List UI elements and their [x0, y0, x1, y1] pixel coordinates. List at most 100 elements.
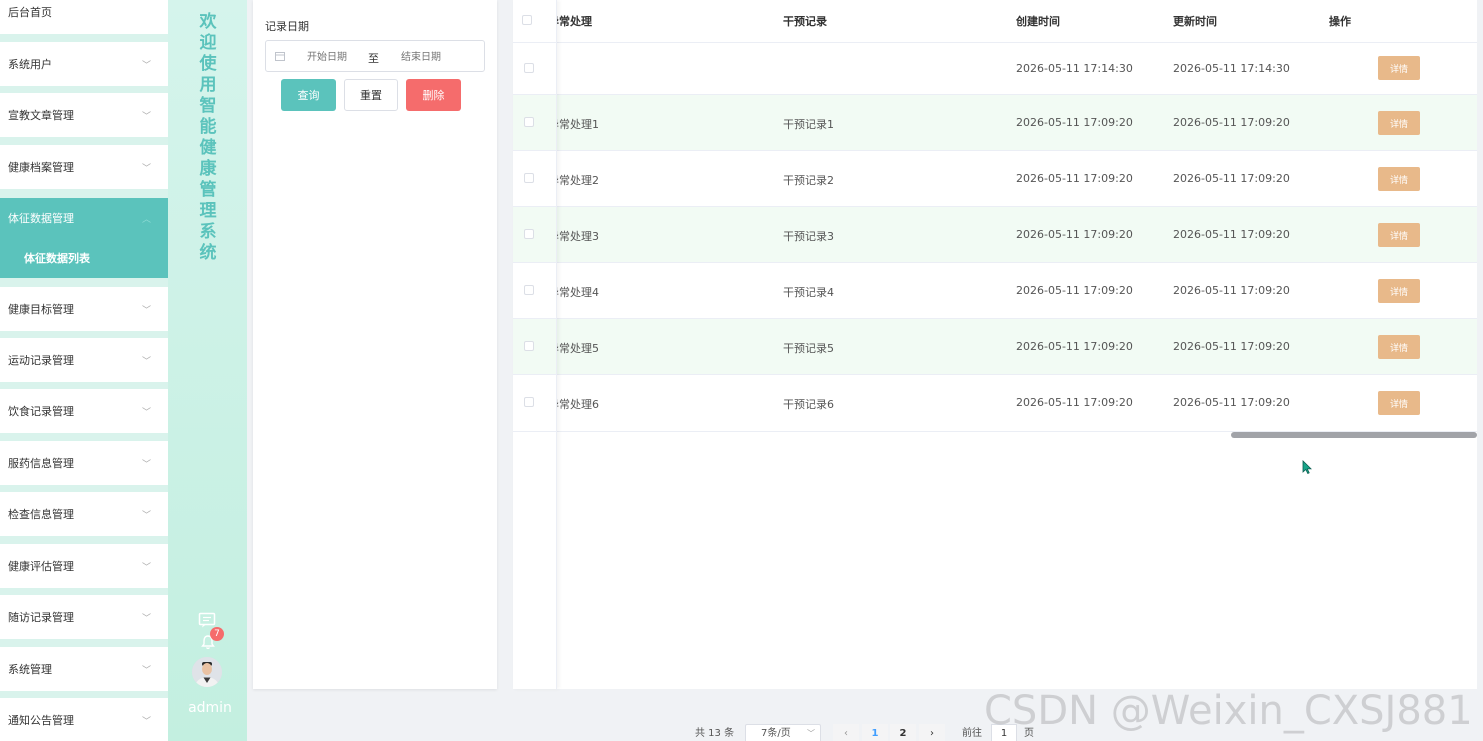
page-size-select[interactable]: 7条/页 ﹀	[745, 724, 821, 741]
cell-updated: 2026-05-11 17:09:20	[1173, 228, 1290, 241]
mouse-cursor-icon	[1302, 460, 1312, 474]
cell-created: 2026-05-11 17:09:20	[1016, 116, 1133, 129]
cell-created: 2026-05-11 17:09:20	[1016, 396, 1133, 409]
sidebar-item-assessment[interactable]: 健康评估管理 ﹀	[0, 544, 168, 588]
detail-button[interactable]: 详情	[1378, 167, 1420, 191]
chevron-up-icon: ︿	[142, 215, 152, 225]
chevron-down-icon: ﹀	[142, 717, 152, 727]
sidebar-item-label: 宣教文章管理	[8, 109, 74, 122]
sidebar-item-system-management[interactable]: 系统管理 ﹀	[0, 647, 168, 691]
cell-exception-clip: 异常处理2	[557, 151, 757, 207]
cell-created: 2026-05-11 17:09:20	[1016, 284, 1133, 297]
cell-intervention: 干预记录5	[783, 342, 834, 355]
date-range-picker[interactable]: 至	[265, 40, 485, 72]
cell-exception-clip: 异常处理1	[557, 95, 757, 151]
reset-button[interactable]: 重置	[344, 79, 398, 111]
record-date-label: 记录日期	[265, 20, 309, 33]
chevron-down-icon: ﹀	[142, 511, 152, 521]
message-icon[interactable]	[198, 612, 216, 628]
calendar-icon	[275, 52, 285, 61]
chevron-down-icon: ﹀	[142, 164, 152, 174]
cell-intervention: 干预记录4	[783, 286, 834, 299]
chevron-down-icon: ﹀	[142, 61, 152, 71]
date-separator: 至	[368, 52, 379, 65]
submenu-item-label: 体征数据列表	[24, 252, 90, 265]
cell-exception: 异常处理4	[557, 286, 599, 299]
chevron-down-icon: ﹀	[142, 563, 152, 573]
chevron-down-icon: ﹀	[142, 614, 152, 624]
cell-created: 2026-05-11 17:09:20	[1016, 340, 1133, 353]
cell-exception-clip: 异常处理6	[557, 375, 757, 432]
cell-exception-clip: 异常处理5	[557, 319, 757, 375]
cell-exception-clip: 异常处理3	[557, 207, 757, 263]
pagination-total: 共 13 条	[695, 728, 735, 739]
delete-button[interactable]: 删除	[406, 79, 461, 111]
cell-exception: 异常处理5	[557, 342, 599, 355]
cell-intervention: 干预记录1	[783, 118, 834, 131]
start-date-input[interactable]	[292, 48, 362, 66]
detail-button[interactable]: 详情	[1378, 223, 1420, 247]
cell-updated: 2026-05-11 17:09:20	[1173, 396, 1290, 409]
page-number[interactable]: 1	[862, 724, 888, 741]
cell-intervention: 干预记录6	[783, 398, 834, 411]
sidebar-item-label: 健康档案管理	[8, 161, 74, 174]
horizontal-scrollbar[interactable]	[1231, 432, 1477, 438]
sidebar-item-medication[interactable]: 服药信息管理 ﹀	[0, 441, 168, 485]
chevron-left-icon: ‹	[844, 728, 848, 739]
sidebar-item-label: 通知公告管理	[8, 714, 74, 727]
chevron-down-icon: ﹀	[142, 666, 152, 676]
sidebar-item-health-goals[interactable]: 健康目标管理 ﹀	[0, 287, 168, 331]
sidebar: 后台首页 系统用户 ﹀ 宣教文章管理 ﹀ 健康档案管理 ﹀ 体征数据管理 ︿ 体征数据列…	[0, 0, 168, 741]
table-row	[513, 43, 1477, 95]
sidebar-item-label: 健康评估管理	[8, 560, 74, 573]
cell-created: 2026-05-11 17:09:20	[1016, 172, 1133, 185]
notification-badge: 7	[210, 627, 224, 641]
sidebar-item-label: 系统管理	[8, 663, 52, 676]
prev-page-button[interactable]: ‹	[833, 724, 859, 741]
cell-updated: 2026-05-11 17:09:20	[1173, 284, 1290, 297]
chevron-down-icon: ﹀	[142, 460, 152, 470]
chevron-down-icon: ﹀	[142, 357, 152, 367]
cell-intervention: 干预记录2	[783, 174, 834, 187]
chevron-down-icon: ﹀	[807, 729, 815, 738]
page-size-value: 7条/页	[761, 728, 791, 739]
cell-exception: 异常处理3	[557, 230, 599, 243]
end-date-input[interactable]	[386, 48, 456, 66]
detail-button[interactable]: 详情	[1378, 335, 1420, 359]
cell-exception: 异常处理2	[557, 174, 599, 187]
sidebar-item-articles[interactable]: 宣教文章管理 ﹀	[0, 93, 168, 137]
sidebar-item-label: 饮食记录管理	[8, 405, 74, 418]
sidebar-item-notices[interactable]: 通知公告管理 ﹀	[0, 698, 168, 741]
sidebar-item-label: 体征数据管理	[8, 212, 74, 225]
query-button[interactable]: 查询	[281, 79, 336, 111]
sidebar-item-system-users[interactable]: 系统用户 ﹀	[0, 42, 168, 86]
sidebar-item-health-records[interactable]: 健康档案管理 ﹀	[0, 145, 168, 189]
sidebar-item-label: 健康目标管理	[8, 303, 74, 316]
sidebar-item-label: 系统用户	[8, 58, 52, 71]
cell-created: 2026-05-11 17:09:20	[1016, 228, 1133, 241]
cell-exception-clip: 异常处理4	[557, 263, 757, 319]
watermark: CSDN @Weixin_CXSJ881	[984, 688, 1473, 734]
sidebar-item-vital-signs[interactable]: 体征数据管理 ︿	[0, 198, 168, 238]
detail-button[interactable]: 详情	[1378, 56, 1420, 80]
detail-button[interactable]: 详情	[1378, 111, 1420, 135]
sidebar-item-examination[interactable]: 检查信息管理 ﹀	[0, 492, 168, 536]
page-number[interactable]: 2	[890, 724, 916, 741]
detail-button[interactable]: 详情	[1378, 279, 1420, 303]
cell-updated: 2026-05-11 17:14:30	[1173, 62, 1290, 75]
sidebar-item-home[interactable]: 后台首页	[0, 0, 168, 34]
next-page-button[interactable]: ›	[919, 724, 945, 741]
cell-exception: 异常处理6	[557, 398, 599, 411]
header-intervention: 干预记录	[783, 15, 827, 28]
avatar[interactable]	[192, 657, 222, 687]
sidebar-item-label: 运动记录管理	[8, 354, 74, 367]
cell-updated: 2026-05-11 17:09:20	[1173, 116, 1290, 129]
sidebar-item-followup[interactable]: 随访记录管理 ﹀	[0, 595, 168, 639]
submenu-item-vital-signs-list[interactable]: 体征数据列表	[0, 238, 168, 278]
sidebar-item-diet[interactable]: 饮食记录管理 ﹀	[0, 389, 168, 433]
detail-button[interactable]: 详情	[1378, 391, 1420, 415]
cell-updated: 2026-05-11 17:09:20	[1173, 172, 1290, 185]
sidebar-item-label: 随访记录管理	[8, 611, 74, 624]
sidebar-item-exercise[interactable]: 运动记录管理 ﹀	[0, 338, 168, 382]
welcome-title: 欢迎使用智能健康管理系统	[199, 12, 217, 263]
